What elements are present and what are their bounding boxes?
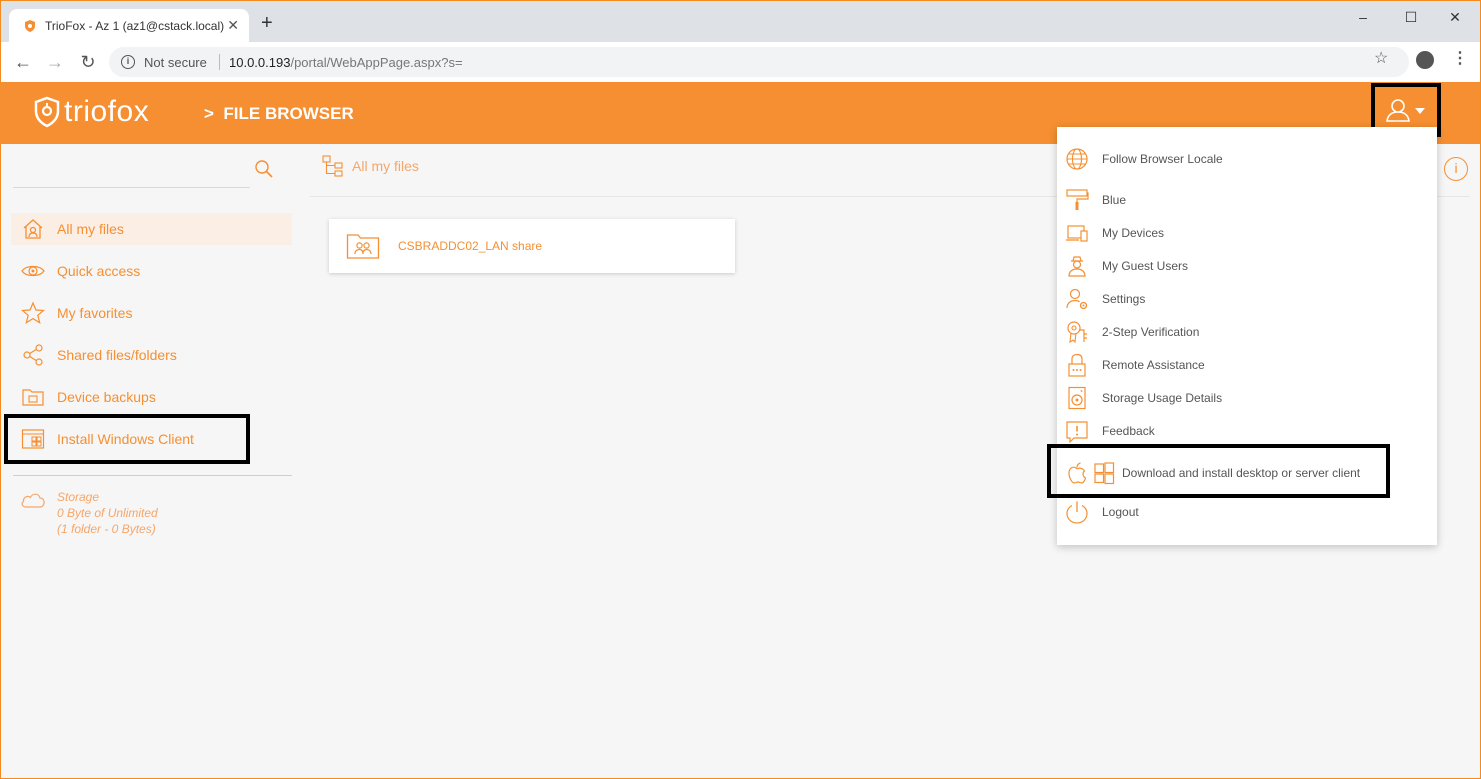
menu-item-theme-blue[interactable]: Blue [1057,185,1437,215]
maximize-icon[interactable]: ☐ [1401,7,1421,27]
highlight-box-install-client [4,414,250,464]
menu-item-label: Remote Assistance [1102,358,1205,372]
sidebar-item-device-backups[interactable]: Device backups [11,381,292,413]
sidebar: All my files Quick access My favorites S… [0,144,300,779]
page-breadcrumb: > FILE BROWSER [204,104,354,124]
menu-item-settings[interactable]: Settings [1057,284,1437,314]
triofox-shield-icon [34,96,60,128]
search-icon[interactable] [254,159,274,179]
menu-item-logout[interactable]: Logout [1057,497,1437,527]
menu-item-label: Logout [1102,505,1139,519]
sidebar-item-quick-access[interactable]: Quick access [11,255,292,287]
paint-roller-icon [1066,189,1089,210]
eye-icon [21,265,45,277]
sidebar-divider [13,475,292,476]
folder-card[interactable]: CSBRADDC02_LAN share [329,219,735,273]
triofox-logo[interactable]: triofox [32,95,149,129]
info-icon[interactable]: i [1444,157,1468,181]
minimize-icon[interactable]: – [1353,7,1373,27]
share-icon [23,344,43,366]
triofox-favicon-icon [25,20,35,32]
new-tab-button[interactable]: + [261,13,273,33]
shared-folder-icon [346,234,380,259]
storage-usage: 0 Byte of Unlimited [57,506,158,520]
sidebar-item-shared[interactable]: Shared files/folders [11,339,292,371]
sidebar-item-label: My favorites [57,305,133,321]
sidebar-item-label: Device backups [57,389,156,405]
main-breadcrumb[interactable]: All my files [322,155,419,177]
menu-item-label: Follow Browser Locale [1102,152,1223,166]
url-host: 10.0.0.193 [229,55,291,70]
caret-down-icon [1415,108,1425,114]
bookmark-star-icon[interactable]: ☆ [1374,48,1388,68]
logo-text: triofox [64,95,150,128]
menu-item-remote-assistance[interactable]: Remote Assistance [1057,350,1437,380]
browser-toolbar: ← → ↻ i Not secure 10.0.0.193/portal/Web… [0,42,1481,82]
star-icon [21,301,45,324]
sidebar-item-my-favorites[interactable]: My favorites [11,297,292,329]
menu-item-label: Feedback [1102,424,1155,438]
browser-tabstrip: TrioFox - Az 1 (az1@cstack.local) ✕ + – … [0,0,1481,43]
globe-icon [1066,148,1088,170]
search-input[interactable] [13,187,250,188]
close-window-icon[interactable]: ✕ [1445,7,1465,27]
breadcrumb-title: FILE BROWSER [223,104,354,123]
reload-icon[interactable]: ↻ [76,50,100,74]
forward-icon[interactable]: → [43,50,67,74]
menu-item-guest-users[interactable]: My Guest Users [1057,251,1437,281]
main-breadcrumb-label: All my files [352,158,419,174]
breadcrumb-arrow: > [204,104,214,123]
folder-name: CSBRADDC02_LAN share [398,239,543,253]
power-icon [1066,501,1088,524]
lock-icon [1068,353,1086,377]
url-text[interactable]: 10.0.0.193/portal/WebAppPage.aspx?s= [229,55,463,70]
browser-tab[interactable]: TrioFox - Az 1 (az1@cstack.local) ✕ [9,9,249,43]
tab-title: TrioFox - Az 1 (az1@cstack.local) [45,19,225,33]
sidebar-item-all-my-files[interactable]: All my files [11,213,292,245]
guest-user-icon [1068,256,1086,277]
url-path: /portal/WebAppPage.aspx?s= [290,55,463,70]
storage-title: Storage [57,490,100,504]
tab-close-icon[interactable]: ✕ [227,17,239,34]
sidebar-item-label: Quick access [57,263,141,279]
key-badge-icon [1067,321,1087,344]
menu-item-label: Storage Usage Details [1102,391,1223,405]
menu-item-label: 2-Step Verification [1102,325,1200,339]
devices-icon [1066,225,1088,242]
menu-item-feedback[interactable]: Feedback [1057,416,1437,446]
disk-icon [1068,386,1086,410]
menu-item-label: My Devices [1102,226,1165,240]
user-settings-icon [1066,288,1088,310]
storage-detail: (1 folder - 0 Bytes) [57,522,156,536]
home-icon [23,219,43,239]
address-bar[interactable]: i Not secure 10.0.0.193/portal/WebAppPag… [109,47,1409,77]
sidebar-item-label: All my files [57,221,124,237]
menu-item-label: Blue [1102,193,1127,207]
site-info-icon[interactable]: i [121,55,135,69]
menu-item-my-devices[interactable]: My Devices [1057,218,1437,248]
backup-folder-icon [22,389,44,406]
menu-item-label: My Guest Users [1102,259,1189,273]
menu-item-browser-locale[interactable]: Follow Browser Locale [1057,144,1437,174]
feedback-icon [1066,421,1088,443]
menu-item-label: Settings [1102,292,1146,306]
menu-item-2-step[interactable]: 2-Step Verification [1057,317,1437,347]
cloud-icon [21,493,45,508]
profile-avatar-icon[interactable] [1416,51,1434,69]
browser-menu-icon[interactable]: ⋮ [1452,48,1468,68]
storage-summary: Storage 0 Byte of Unlimited (1 folder - … [57,489,158,537]
omnibox-divider [219,54,220,70]
highlight-box-download-client [1047,444,1390,498]
sidebar-item-label: Shared files/folders [57,347,177,363]
folder-tree-icon [322,155,343,177]
back-icon[interactable]: ← [11,50,35,74]
not-secure-label: Not secure [144,55,207,70]
menu-item-storage-usage[interactable]: Storage Usage Details [1057,383,1437,413]
